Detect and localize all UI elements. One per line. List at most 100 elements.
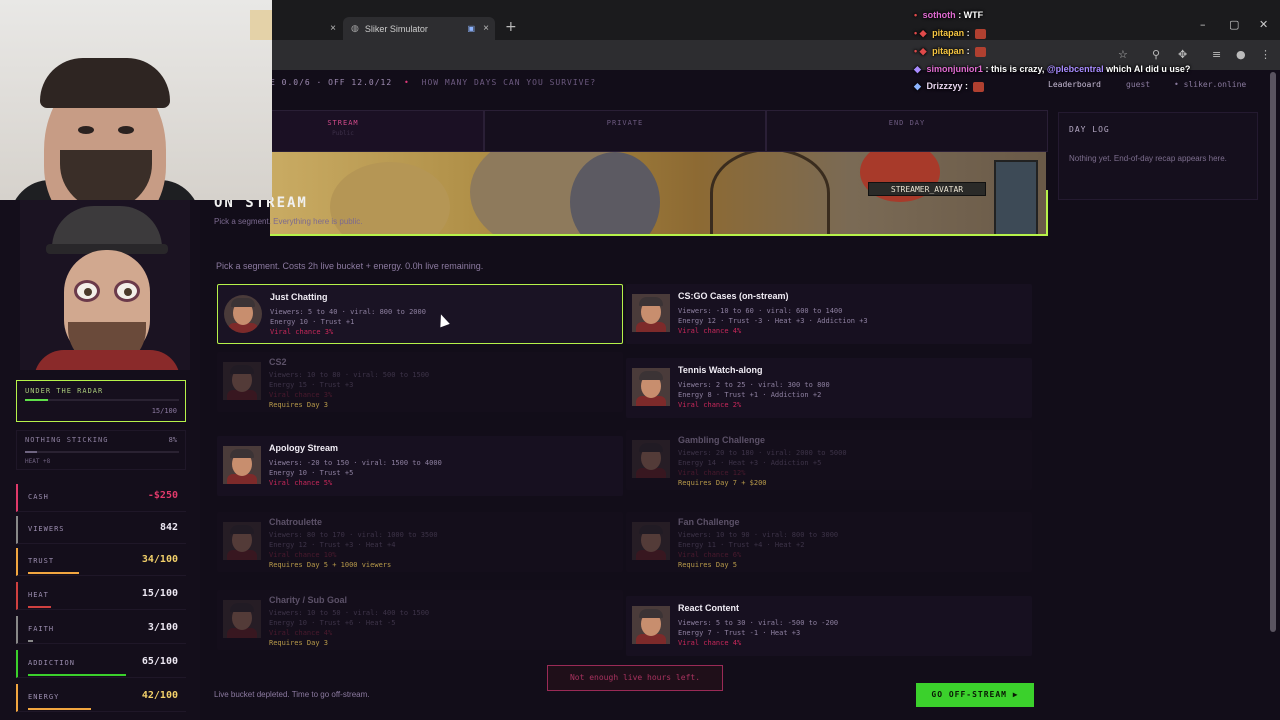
segment-name: CS2	[269, 357, 287, 367]
stat-key: FAITH	[28, 625, 55, 633]
segment-stats-line: Energy 8 · Trust +1 · Addiction +2	[678, 391, 822, 399]
stat-row-viewers: VIEWERS 842	[16, 516, 186, 544]
day-log-title: DAY LOG	[1069, 125, 1110, 134]
emote-icon	[975, 28, 987, 39]
browser-tab-active[interactable]: ◍ Sliker Simulator ▣ ×	[343, 17, 495, 40]
chat-username: pitapan	[932, 46, 965, 56]
segment-name: Charity / Sub Goal	[269, 595, 348, 605]
segment-card[interactable]: Charity / Sub Goal Viewers: 10 to 50 · vi…	[217, 590, 623, 650]
chat-dot-icon: •	[914, 10, 918, 20]
stream-banner-art: STREAMER_AVATAR	[270, 152, 1046, 236]
webcam-hair	[40, 58, 170, 108]
segment-card[interactable]: React Content Viewers: 5 to 30 · viral: -…	[626, 596, 1032, 656]
stat-row-addiction: ADDICTION 65/100	[16, 650, 186, 678]
segment-thumbnail	[632, 368, 670, 406]
stat-bar	[28, 708, 91, 710]
segment-thumbnail	[632, 440, 670, 478]
meter-track	[25, 451, 179, 453]
tab-private[interactable]: PRIVATE	[484, 110, 766, 152]
segment-thumbnail	[632, 522, 670, 560]
stat-value: 65/100	[141, 656, 178, 667]
segment-card[interactable]: CS:GO Cases (on-stream) Viewers: -10 to 6…	[626, 284, 1032, 344]
thumb-cap	[230, 449, 254, 458]
segment-name: Chatroulette	[269, 517, 323, 527]
webcam-beard	[60, 150, 152, 200]
segment-thumbnail	[223, 522, 261, 560]
new-tab-button[interactable]: +	[505, 19, 517, 35]
close-tab-icon[interactable]: ×	[483, 23, 489, 34]
chat-message: • ◆ pitapan :	[914, 28, 987, 39]
stat-row-heat: HEAT 15/100	[16, 582, 186, 610]
segment-stats: Viewers: 2 to 25 · viral: 300 to 800 Ene…	[678, 380, 830, 400]
close-tab-icon[interactable]: ×	[330, 23, 336, 34]
segment-stats-line: Energy 11 · Trust +4 · Heat +2	[678, 541, 805, 549]
segment-card[interactable]: Gambling Challenge Viewers: 20 to 180 · v…	[626, 430, 1032, 490]
segment-card[interactable]: Apology Stream Viewers: -20 to 150 · vira…	[217, 436, 623, 496]
meter-percent: 8%	[168, 436, 177, 444]
segment-thumbnail	[632, 294, 670, 332]
chat-text: :	[966, 28, 970, 38]
streamer-avatar-sign: STREAMER_AVATAR	[868, 182, 986, 196]
segment-name: CS:GO Cases (on-stream)	[678, 291, 789, 301]
stat-row-cash: CASH -$250	[16, 484, 186, 512]
chat-text: : this is crazy,	[985, 64, 1045, 74]
thumb-cap	[639, 297, 663, 306]
stage-tabs: STREAM Public PRIVATE END DAY	[202, 110, 1048, 152]
day-log-body: Nothing yet. End-of-day recap appears he…	[1069, 154, 1227, 163]
meter-fill	[25, 399, 49, 401]
stat-value: 15/100	[141, 588, 178, 599]
segment-name: Gambling Challenge	[678, 435, 766, 445]
heat-delta: HEAT +8	[25, 458, 51, 465]
segment-card[interactable]: Fan Challenge Viewers: 10 to 90 · viral: …	[626, 512, 1032, 572]
tab-end-day[interactable]: END DAY	[766, 110, 1048, 152]
segment-stats: Viewers: 10 to 90 · viral: 800 to 3000 E…	[678, 530, 838, 550]
segment-requirement: Requires Day 5	[678, 561, 738, 569]
tab-label: PRIVATE	[606, 119, 644, 127]
segment-stats: Viewers: 5 to 40 · viral: 800 to 2000 En…	[270, 307, 426, 327]
segment-stats-line: Energy 12 · Trust -3 · Heat +3 · Addicti…	[678, 317, 868, 325]
status-bar: E 0.0/6 · OFF 12.0/12 • HOW MANY DAYS CA…	[270, 78, 596, 87]
chat-badge-icon: ◆	[914, 81, 921, 91]
segment-card[interactable]: CS2 Viewers: 10 to 80 · viral: 500 to 150…	[217, 352, 623, 412]
globe-icon: ◍	[351, 23, 359, 33]
stat-bar	[28, 606, 51, 608]
stat-key: HEAT	[28, 591, 49, 599]
stat-value: 42/100	[141, 690, 178, 701]
status-dot: •	[403, 78, 410, 87]
browser-tab-prev[interactable]: ×	[280, 17, 342, 40]
banner-arch	[710, 152, 830, 234]
segment-card[interactable]: Tennis Watch-along Viewers: 2 to 25 · vir…	[626, 358, 1032, 418]
meter-count: 15/100	[151, 407, 177, 415]
segment-viral-chance: Viral chance 12%	[678, 469, 746, 477]
segment-name: Fan Challenge	[678, 517, 740, 527]
thumb-cap	[230, 365, 254, 374]
go-off-stream-button[interactable]: GO OFF-STREAM ▶	[916, 683, 1034, 707]
segment-stats: Viewers: 80 to 170 · viral: 1000 to 3500…	[269, 530, 438, 550]
stat-row-faith: FAITH 3/100	[16, 616, 186, 644]
thumb-cap	[639, 443, 663, 452]
segment-stats-line: Viewers: 10 to 90 · viral: 800 to 3000	[678, 531, 839, 539]
media-icon[interactable]: ▣	[467, 24, 475, 33]
stat-key: ADDICTION	[28, 659, 75, 667]
segment-thumbnail	[224, 295, 262, 333]
segment-stats-line: Energy 10 · Trust +5	[269, 469, 354, 477]
page-scrollbar[interactable]	[1270, 72, 1276, 632]
segment-stats: Viewers: 10 to 50 · viral: 400 to 1500 E…	[269, 608, 429, 628]
segment-stats-line: Energy 10 · Trust +1	[270, 318, 355, 326]
day-log-panel: DAY LOG Nothing yet. End-of-day recap ap…	[1058, 112, 1258, 200]
chat-username: simonjunior1	[926, 64, 983, 74]
chat-message: ◆ simonjunior1 : this is crazy, @plebcen…	[914, 64, 1190, 75]
stat-row-energy: ENERGY 42/100	[16, 684, 186, 712]
tagline: HOW MANY DAYS CAN YOU SURVIVE?	[421, 78, 597, 87]
segment-stats-line: Viewers: -20 to 150 · viral: 1500 to 400…	[269, 459, 442, 467]
segment-card[interactable]: Just Chatting Viewers: 5 to 40 · viral: 8…	[217, 284, 623, 344]
thumb-cap	[639, 371, 663, 380]
depleted-message: Live bucket depleted. Time to go off-str…	[214, 690, 370, 699]
segment-card[interactable]: Chatroulette Viewers: 80 to 170 · viral: …	[217, 512, 623, 572]
chat-text-tail: which AI did u use?	[1106, 64, 1191, 74]
chat-text: :	[964, 81, 968, 91]
segment-stats-line: Energy 10 · Trust +6 · Heat -5	[269, 619, 396, 627]
thumb-cap	[230, 603, 254, 612]
section-subtitle: Pick a segment. Everything here is publi…	[214, 217, 363, 226]
tab-label: END DAY	[888, 119, 926, 127]
